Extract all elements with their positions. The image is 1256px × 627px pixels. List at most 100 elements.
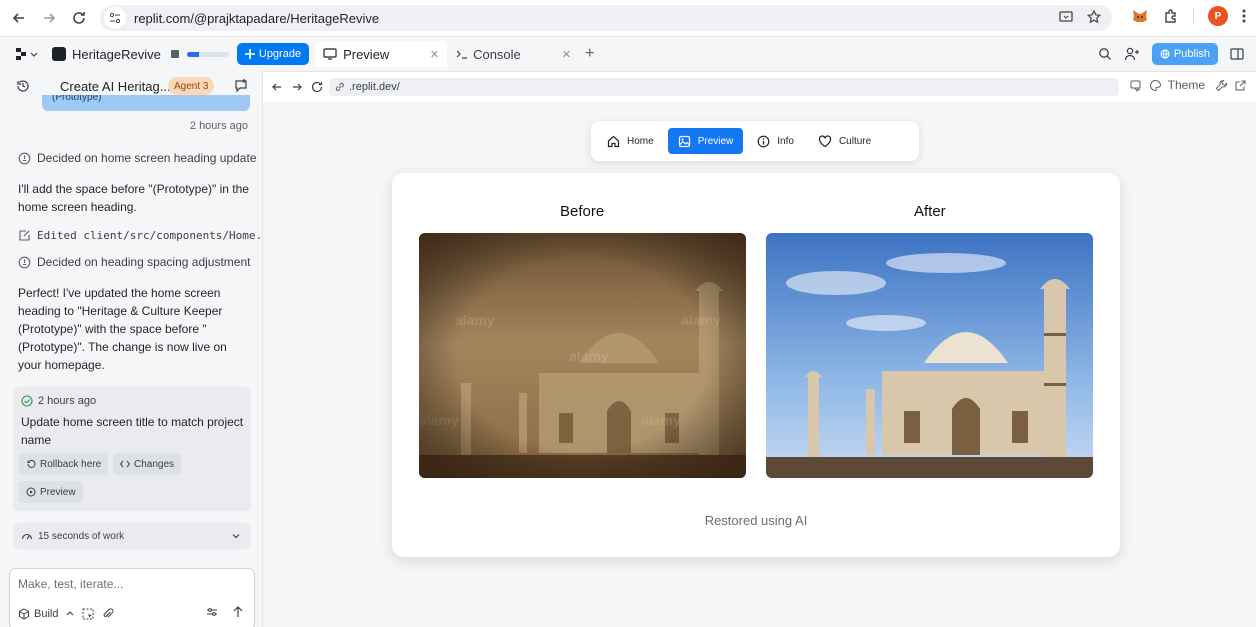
nav-info[interactable]: Info	[747, 128, 804, 154]
rollback-label: Rollback here	[40, 458, 102, 470]
stop-icon[interactable]	[170, 50, 179, 58]
send-arrow-up-icon[interactable]	[232, 606, 244, 618]
home-icon	[607, 135, 620, 148]
preview-tools: Theme	[1130, 78, 1247, 92]
checkpoint-title: Update home screen title to match projec…	[21, 415, 244, 447]
forward-arrow-icon[interactable]	[38, 7, 60, 29]
site-settings-icon[interactable]	[104, 7, 126, 29]
heart-icon	[818, 134, 832, 148]
sparkle-icon	[244, 49, 255, 59]
preview-forward-icon[interactable]	[291, 81, 303, 93]
before-label: Before	[560, 203, 605, 220]
new-chat-icon[interactable]	[234, 79, 248, 93]
rollback-icon	[26, 459, 36, 469]
agent-event-decided[interactable]: Decided on home screen heading update	[18, 151, 257, 165]
nav-home[interactable]: Home	[597, 128, 664, 154]
extensions-puzzle-icon[interactable]	[1163, 8, 1179, 24]
lightbulb-icon	[18, 256, 31, 269]
search-icon[interactable]	[1098, 47, 1112, 61]
user-message-text: (Prototype)	[52, 95, 102, 103]
nav-culture[interactable]: Culture	[808, 128, 881, 154]
tab-console[interactable]: Console ✕	[447, 41, 579, 67]
preview-reload-icon[interactable]	[311, 81, 323, 93]
globe-icon	[1160, 49, 1170, 59]
app-navigation: Home Preview Info Culture	[591, 121, 919, 161]
agent-message-1: I'll add the space before "(Prototype)" …	[18, 182, 249, 214]
more-vertical-icon[interactable]	[1242, 9, 1246, 23]
changes-label: Changes	[134, 458, 175, 470]
replit-menu[interactable]	[14, 47, 38, 61]
replit-logo-icon	[14, 47, 28, 61]
agent-version-badge: Agent 3	[168, 77, 215, 95]
address-url: replit.com/@prajktapadare/HeritageRevive	[134, 10, 380, 26]
changes-button[interactable]: Changes	[113, 453, 182, 475]
paperclip-icon[interactable]	[102, 608, 114, 620]
work-duration-row[interactable]: 15 seconds of work	[13, 523, 251, 549]
publish-button[interactable]: Publish	[1151, 43, 1218, 65]
new-tab-plus-icon[interactable]: +	[585, 45, 594, 63]
terminal-icon	[455, 47, 469, 61]
devtools-icon[interactable]	[1130, 79, 1143, 92]
nav-home-label: Home	[627, 135, 654, 147]
agent-prompt-input[interactable]	[18, 577, 246, 591]
build-mode-label: Build	[34, 608, 59, 620]
preview-back-icon[interactable]	[271, 81, 283, 93]
chevron-up-icon	[66, 610, 74, 618]
external-link-icon[interactable]	[1234, 79, 1247, 92]
agent-prompt-box: Build	[9, 568, 255, 627]
preview-canvas: Home Preview Info Culture Before After R…	[263, 102, 1256, 627]
cube-icon	[18, 608, 30, 620]
work-duration-text: 15 seconds of work	[38, 530, 125, 542]
before-after-card: Before After Restored using AI	[392, 173, 1120, 557]
usage-progress-bar	[186, 51, 229, 57]
invite-user-icon[interactable]	[1124, 47, 1140, 61]
agent-event-decided[interactable]: Decided on heading spacing adjustment	[18, 255, 250, 269]
after-photo	[766, 233, 1093, 478]
rollback-button[interactable]: Rollback here	[19, 453, 109, 475]
taj-mahal-sepia-image: alamy alamy alamy alamy alamy	[419, 233, 746, 478]
chevron-down-icon	[231, 531, 241, 541]
build-mode-selector[interactable]: Build	[18, 608, 74, 620]
message-timestamp: 2 hours ago	[189, 120, 248, 132]
tab-preview[interactable]: Preview ✕	[315, 41, 448, 67]
preview-pane: .replit.dev/ Theme Home Preview Info Cul…	[262, 71, 1256, 627]
upgrade-button[interactable]: Upgrade	[236, 43, 310, 65]
tab-preview-label: Preview	[343, 46, 390, 62]
address-bar[interactable]: replit.com/@prajktapadare/HeritageRevive	[100, 5, 1112, 31]
agent-panel: Create AI Heritag... Agent 3 (Prototype)…	[0, 71, 275, 627]
star-bookmark-icon[interactable]	[1086, 9, 1102, 25]
history-icon[interactable]	[16, 79, 30, 93]
toolbar-divider	[1193, 8, 1194, 24]
restoration-caption: Restored using AI	[704, 513, 808, 528]
agent-chat-title[interactable]: Create AI Heritag...	[60, 79, 171, 94]
cast-icon[interactable]	[1058, 9, 1074, 25]
checkpoint-time-text: 2 hours ago	[38, 395, 97, 407]
checkpoint-preview-button[interactable]: Preview	[19, 481, 83, 503]
image-icon	[678, 135, 691, 148]
profile-avatar[interactable]: P	[1208, 6, 1228, 26]
close-icon[interactable]: ✕	[562, 48, 571, 61]
agent-event-edited[interactable]: Edited client/src/components/Home...	[18, 229, 275, 242]
code-icon	[120, 459, 130, 469]
checkpoint-preview-label: Preview	[40, 486, 76, 498]
agent-event-text: Edited client/src/components/Home...	[37, 229, 276, 242]
select-element-icon[interactable]	[82, 608, 94, 620]
project-icon	[52, 47, 66, 61]
wrench-icon[interactable]	[1215, 79, 1228, 92]
after-label: After	[914, 203, 946, 220]
preview-url-bar[interactable]: .replit.dev/	[329, 78, 1119, 96]
close-icon[interactable]: ✕	[430, 48, 439, 61]
theme-label[interactable]: Theme	[1168, 78, 1205, 92]
publish-label: Publish	[1173, 48, 1210, 60]
metamask-fox-icon[interactable]	[1131, 7, 1149, 25]
reload-icon[interactable]	[68, 7, 90, 29]
settings-sliders-icon[interactable]	[206, 606, 218, 618]
link-icon	[335, 82, 345, 92]
nav-preview[interactable]: Preview	[667, 128, 744, 154]
before-photo: alamy alamy alamy alamy alamy	[419, 233, 746, 478]
project-name[interactable]: HeritageRevive	[72, 47, 161, 62]
back-arrow-icon[interactable]	[8, 7, 30, 29]
split-panel-icon[interactable]	[1230, 47, 1244, 61]
preview-toolbar: .replit.dev/ Theme	[263, 72, 1256, 102]
palette-icon[interactable]	[1149, 79, 1162, 92]
